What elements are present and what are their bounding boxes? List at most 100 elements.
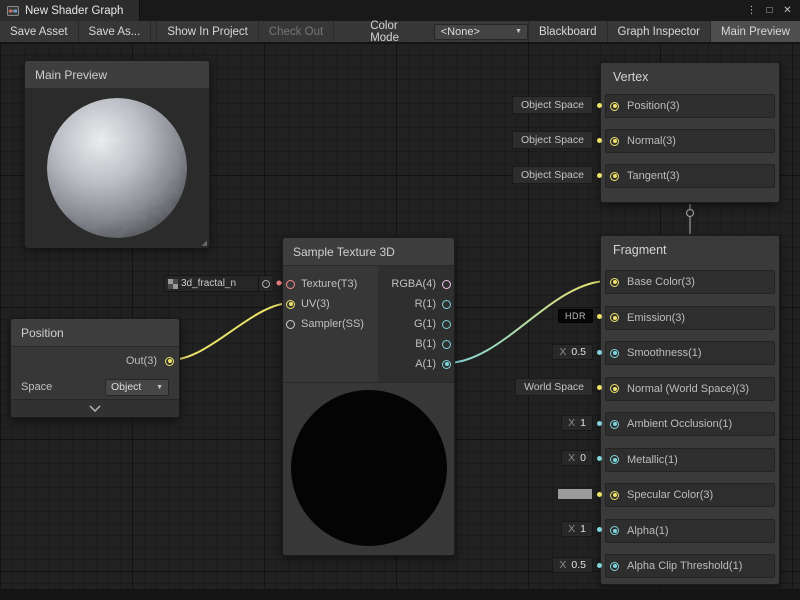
sample-texture-3d-node[interactable]: Sample Texture 3D Texture(T3) UV(3) Samp… [282,237,455,556]
port-tangent[interactable] [610,172,619,181]
port-rgba-output[interactable] [442,280,451,289]
axis-label: X [568,523,575,535]
fragment-row-metallic[interactable]: Metallic(1) [605,448,775,472]
fragment-row-alpha-clip[interactable]: Alpha Clip Threshold(1) [605,554,775,578]
output-row-g[interactable]: G(1) [378,314,451,334]
hdr-badge[interactable]: HDR [558,309,593,323]
port-dot [597,456,602,461]
resize-handle-icon[interactable]: ◢ [202,240,207,247]
io-label: Sampler(SS) [301,318,364,330]
port-ambient-occlusion[interactable] [610,420,619,429]
port-dot [597,350,602,355]
main-preview-title[interactable]: Main Preview [25,61,209,89]
vertex-row-tangent[interactable]: Tangent(3) [605,164,775,188]
main-preview-panel[interactable]: Main Preview [24,60,210,248]
save-as-button[interactable]: Save As... [79,21,152,42]
port-a-output[interactable] [442,360,451,369]
toolbar-toggles: Blackboard Graph Inspector Main Preview [528,21,800,42]
fragment-row-normal-ws[interactable]: Normal (World Space)(3) [605,377,775,401]
fragment-row-base-color[interactable]: Base Color(3) [605,270,775,294]
close-icon[interactable]: ✕ [779,2,796,19]
color-mode-dropdown[interactable]: <None> ▼ [434,24,528,40]
blackboard-toggle-button[interactable]: Blackboard [528,21,607,42]
vertex-context-node[interactable]: Vertex Position(3) Normal(3) Tangent(3) [600,62,780,203]
position-node[interactable]: Position Out(3) Space Object ▼ [10,318,180,418]
output-row-rgba[interactable]: RGBA(4) [378,274,451,294]
metallic-float-field[interactable]: X 0 [561,450,593,466]
port-out[interactable] [165,357,174,366]
alpha-float-field[interactable]: X 1 [561,521,593,537]
world-space-dropdown[interactable]: World Space [515,378,593,396]
color-mode-label: Color Mode [362,21,434,42]
graph-inspector-toggle-button[interactable]: Graph Inspector [607,21,710,42]
check-out-button: Check Out [259,21,334,42]
texture-name: 3d_fractal_n [181,278,258,289]
sample-node-ports: Texture(T3) UV(3) Sampler(SS) RGBA(4) R(… [283,266,454,383]
port-normal[interactable] [610,137,619,146]
port-sampler-input[interactable] [286,320,295,329]
show-in-project-button[interactable]: Show In Project [156,21,259,42]
object-space-dropdown[interactable]: Object Space [512,131,593,149]
normal-ws-widget: World Space [515,377,602,397]
alpha-clip-float-field[interactable]: X 0.5 [552,557,593,573]
port-uv-input[interactable] [286,300,295,309]
object-space-dropdown[interactable]: Object Space [512,96,593,114]
fragment-title: Fragment [601,236,779,263]
port-base-color[interactable] [610,278,619,287]
port-texture-input[interactable] [286,280,295,289]
color-mode-value: <None> [441,26,511,38]
space-label: Space [21,381,52,393]
chevron-down-icon: ▼ [515,28,522,35]
io-label: A(1) [415,358,436,370]
main-preview-toggle-button[interactable]: Main Preview [710,21,800,42]
main-preview-viewport[interactable]: ◢ [25,89,209,248]
row-label: Ambient Occlusion(1) [627,418,732,430]
port-g-output[interactable] [442,320,451,329]
port-normal-ws[interactable] [610,384,619,393]
port-alpha-clip[interactable] [610,562,619,571]
io-label: Texture(T3) [301,278,357,290]
input-row-texture[interactable]: Texture(T3) [286,274,378,294]
port-smoothness[interactable] [610,349,619,358]
port-b-output[interactable] [442,340,451,349]
vertex-row-normal[interactable]: Normal(3) [605,129,775,153]
fragment-context-node[interactable]: Fragment Base Color(3) Emission(3) Smoot… [600,235,780,585]
texture-object-field[interactable]: 3d_fractal_n [164,275,274,292]
node-collapse-button[interactable] [11,399,179,417]
row-label: Alpha Clip Threshold(1) [627,560,742,572]
input-row-sampler[interactable]: Sampler(SS) [286,314,378,334]
document-tab[interactable]: New Shader Graph [0,0,140,21]
graph-canvas[interactable]: Main Preview [0,43,800,600]
position-node-title[interactable]: Position [11,319,179,347]
port-alpha[interactable] [610,526,619,535]
maximize-icon[interactable]: □ [761,2,778,19]
space-dropdown[interactable]: Object ▼ [105,379,169,396]
sample-node-title[interactable]: Sample Texture 3D [283,238,454,266]
port-specular-color[interactable] [610,491,619,500]
kebab-menu-icon[interactable]: ⋮ [743,2,760,19]
port-emission[interactable] [610,313,619,322]
port-position[interactable] [610,102,619,111]
port-r-output[interactable] [442,300,451,309]
object-space-dropdown[interactable]: Object Space [512,166,593,184]
fragment-row-ambient-occlusion[interactable]: Ambient Occlusion(1) [605,412,775,436]
save-asset-button[interactable]: Save Asset [0,21,79,42]
ao-float-field[interactable]: X 1 [561,415,593,431]
object-picker-button[interactable] [258,276,273,291]
fragment-row-emission[interactable]: Emission(3) [605,306,775,330]
vertex-fragment-link-dot [687,210,694,217]
output-row-a[interactable]: A(1) [378,354,451,374]
field-value: 0.5 [571,346,586,358]
fragment-row-smoothness[interactable]: Smoothness(1) [605,341,775,365]
output-row-b[interactable]: B(1) [378,334,451,354]
port-metallic[interactable] [610,455,619,464]
output-row-r[interactable]: R(1) [378,294,451,314]
fragment-row-alpha[interactable]: Alpha(1) [605,519,775,543]
fragment-row-specular-color[interactable]: Specular Color(3) [605,483,775,507]
input-row-uv[interactable]: UV(3) [286,294,378,314]
position-out-row[interactable]: Out(3) [11,347,179,375]
vertex-row-position[interactable]: Position(3) [605,94,775,118]
edge-position-out-to-uv[interactable] [170,303,291,360]
smoothness-float-field[interactable]: X 0.5 [552,344,593,360]
specular-color-swatch[interactable] [557,488,593,500]
